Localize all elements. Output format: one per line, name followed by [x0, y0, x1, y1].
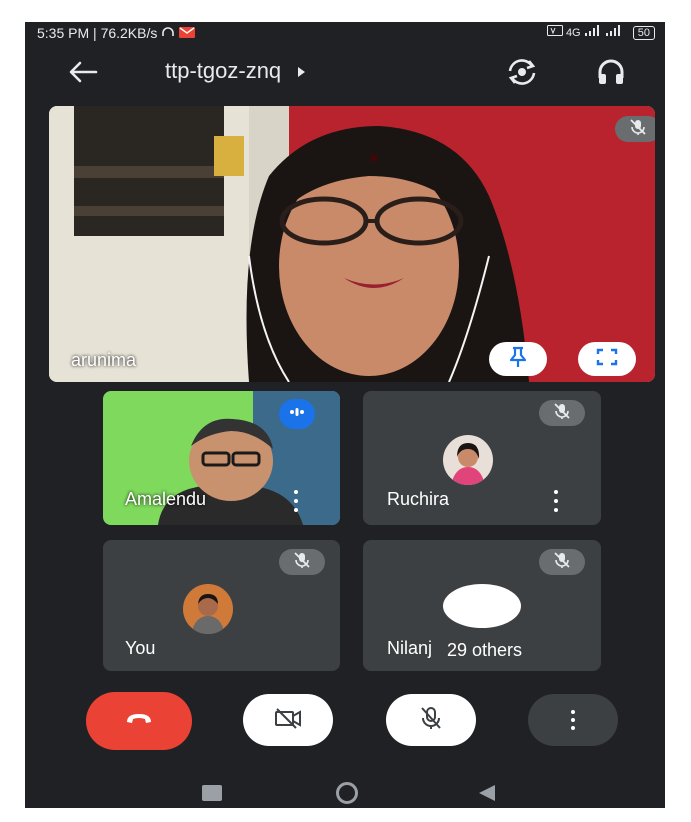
more-options-button[interactable]	[528, 694, 618, 746]
participant-name: You	[125, 638, 156, 658]
headphones-icon	[596, 58, 626, 91]
mute-indicator	[539, 549, 585, 575]
mail-status-icon	[179, 25, 196, 41]
meeting-title-button[interactable]: ttp-tgoz-znq	[165, 58, 307, 84]
mic-off-icon	[553, 402, 571, 425]
camera-off-icon	[274, 707, 302, 734]
participant-tile-you[interactable]: You	[103, 540, 340, 671]
phone-hangup-icon	[125, 712, 153, 731]
mic-off-icon	[420, 706, 442, 735]
mute-indicator	[279, 549, 325, 575]
battery-indicator: 50	[632, 26, 655, 40]
mute-indicator	[539, 400, 585, 426]
vowifi-icon	[546, 25, 566, 39]
status-speed: 76.2KB/s	[100, 25, 158, 41]
status-time: 5:35 PM	[37, 25, 90, 41]
main-video-tile[interactable]: arunima	[49, 106, 655, 382]
pin-button[interactable]	[489, 342, 547, 376]
others-chip[interactable]: 29 others	[433, 635, 537, 665]
home-button[interactable]	[336, 782, 358, 804]
participant-tile-amalendu[interactable]: Amalendu	[103, 391, 340, 525]
fullscreen-icon	[596, 348, 618, 371]
recent-apps-button[interactable]	[202, 785, 222, 801]
pin-icon	[508, 346, 528, 373]
video-feed-arunima	[49, 106, 655, 382]
meet-app-screen: 5:35 PM | 76.2KB/s 4G 50 ttp-tgoz-znq ar…	[25, 22, 665, 808]
end-call-button[interactable]	[86, 692, 192, 750]
system-back-button[interactable]	[477, 783, 497, 808]
switch-camera-icon	[505, 57, 539, 92]
participant-tile-nilanj[interactable]: Nilanj 29 others	[363, 540, 601, 671]
status-left: 5:35 PM | 76.2KB/s	[37, 25, 196, 41]
speaking-indicator	[279, 399, 315, 429]
status-right: 4G 50	[546, 25, 655, 40]
mic-off-icon	[629, 118, 647, 141]
network-type: 4G	[565, 27, 581, 39]
triangle-left-icon	[479, 785, 495, 801]
camera-toggle-button[interactable]	[243, 694, 333, 746]
mute-indicator	[615, 116, 655, 142]
status-bar: 5:35 PM | 76.2KB/s 4G 50	[25, 22, 665, 44]
more-vert-icon[interactable]	[551, 490, 561, 512]
caret-right-icon	[297, 58, 307, 84]
fullscreen-button[interactable]	[578, 342, 636, 376]
participant-name: Amalendu	[125, 489, 207, 509]
meeting-code: ttp-tgoz-znq	[165, 58, 282, 83]
audio-output-button[interactable]	[593, 56, 629, 92]
participant-name: Nilanj	[387, 638, 433, 658]
avatar	[443, 435, 493, 485]
avatar-placeholder	[443, 584, 521, 628]
headphone-status-icon	[161, 25, 179, 41]
participant-name: arunima	[71, 350, 137, 370]
signal-icon	[584, 25, 627, 39]
back-button[interactable]	[65, 58, 101, 90]
mic-off-icon	[293, 551, 311, 574]
participant-tile-ruchira[interactable]: Ruchira	[363, 391, 601, 525]
avatar	[183, 584, 233, 634]
mic-toggle-button[interactable]	[386, 694, 476, 746]
more-vert-icon	[568, 710, 578, 730]
switch-camera-button[interactable]	[503, 56, 541, 92]
more-vert-icon[interactable]	[291, 490, 301, 512]
arrow-left-icon	[68, 61, 98, 88]
participant-name: Ruchira	[387, 489, 450, 509]
mic-off-icon	[553, 551, 571, 574]
audio-level-icon	[289, 405, 305, 423]
